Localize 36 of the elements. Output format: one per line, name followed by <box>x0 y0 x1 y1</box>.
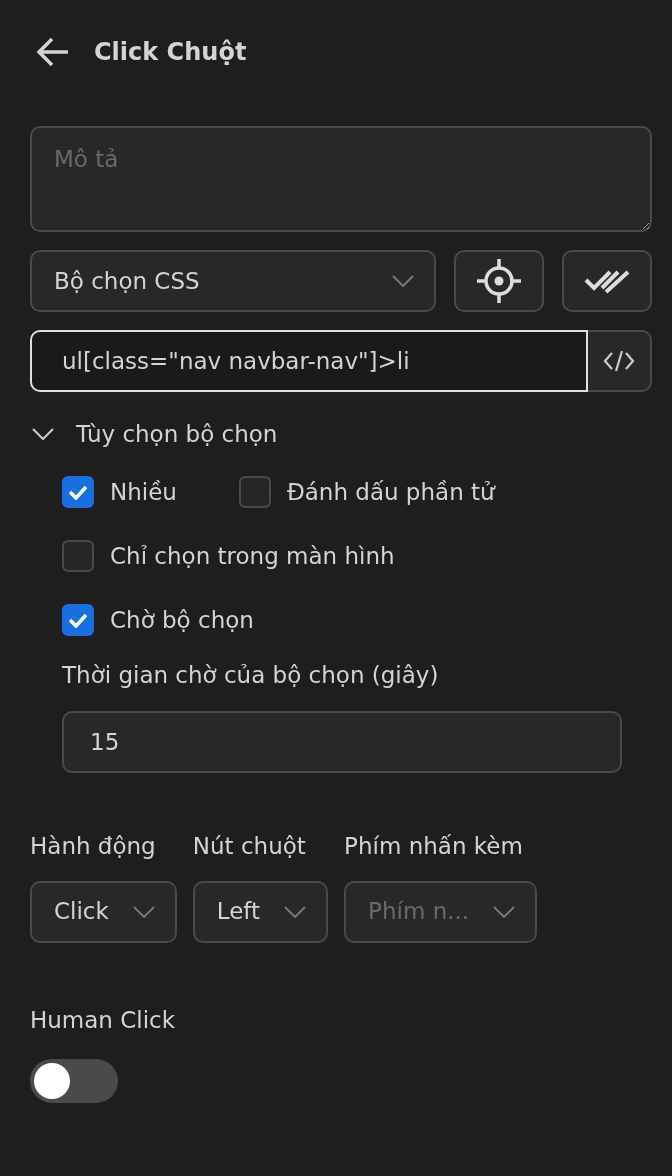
options-toggle[interactable]: Tùy chọn bộ chọn <box>30 414 284 454</box>
toggle-label: Human Click <box>30 1005 177 1035</box>
check-icon <box>68 612 88 628</box>
code-button[interactable] <box>588 330 652 392</box>
verify-selector-button[interactable] <box>562 250 652 312</box>
dropdown[interactable]: Left <box>192 880 329 943</box>
chevron-down-icon <box>132 905 155 918</box>
panel-title: Click Chuột <box>94 37 247 68</box>
checkbox[interactable] <box>62 476 94 508</box>
checkbox-option[interactable]: Đánh dấu phần tử <box>238 474 495 510</box>
chevron-down-icon <box>284 905 307 918</box>
selector-field[interactable]: ul[class="nav navbar-nav"]>li <box>30 330 588 392</box>
dropdown-label: Nút chuột <box>192 831 307 861</box>
dropdown-label: Phím nhấn kèm <box>344 831 524 861</box>
dropdown[interactable]: Click <box>30 880 177 943</box>
back-arrow-icon <box>36 37 70 67</box>
description-field[interactable]: Mô tả <box>30 126 652 232</box>
code-icon <box>603 349 635 373</box>
pick-element-button[interactable] <box>454 250 544 312</box>
crosshair-icon <box>476 258 522 304</box>
checkbox[interactable] <box>62 540 94 572</box>
chevron-down-icon <box>32 428 54 440</box>
timeout-field[interactable]: 15 <box>62 710 622 773</box>
toggle-switch[interactable] <box>30 1059 118 1103</box>
checkbox-option[interactable]: Chỉ chọn trong màn hình <box>62 538 395 574</box>
check-icon <box>68 484 88 500</box>
chevron-down-icon <box>392 275 414 287</box>
dropdown-label: Hành động <box>30 831 157 861</box>
checkbox[interactable] <box>238 476 271 508</box>
chevron-down-icon <box>493 905 516 918</box>
selector-type-dropdown[interactable]: Bộ chọn CSS <box>30 250 436 312</box>
checkbox[interactable] <box>62 604 94 636</box>
checkbox-option[interactable]: Chờ bộ chọn <box>62 602 254 638</box>
back-button[interactable] <box>36 37 70 67</box>
timeout-label: Thời gian chờ của bộ chọn (giây) <box>62 661 440 690</box>
checkbox-option[interactable]: Nhiều <box>62 474 177 510</box>
